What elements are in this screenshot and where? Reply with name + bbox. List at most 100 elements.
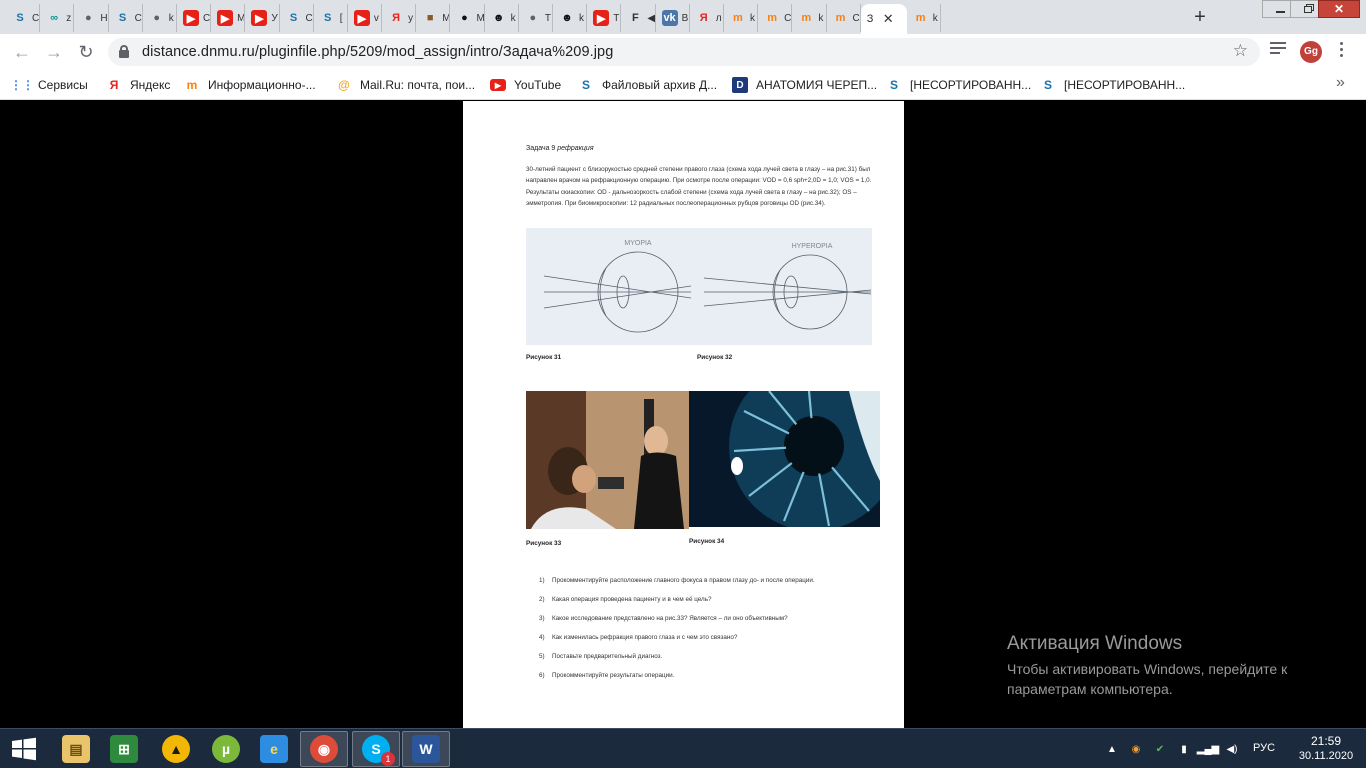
bookmark-item[interactable]: ⋮⋮ Сервисы [10, 76, 88, 94]
globe-icon: ● [85, 12, 92, 24]
bookmark-label: Сервисы [38, 78, 88, 92]
tab-title: v [373, 12, 379, 24]
moodle-icon: m [767, 12, 778, 24]
taskbar-app-explorer[interactable]: ▤ [52, 731, 100, 767]
youtube-icon: ▶ [593, 10, 610, 26]
browser-tab[interactable]: Ял [690, 4, 724, 32]
browser-menu-icon[interactable] [1340, 42, 1344, 60]
taskbar-app-archicad[interactable]: ▲ [152, 731, 200, 767]
question-text: Какое исследование представлено на рис.3… [552, 615, 788, 622]
reload-button[interactable]: ↻ [76, 42, 96, 62]
minimize-icon [1275, 11, 1285, 13]
skiascopy-illustration [526, 391, 689, 529]
skype-s-icon: S [889, 78, 898, 92]
bookmark-label: [НЕСОРТИРОВАНН... [910, 78, 1032, 92]
task-title-topic: рефракция [557, 145, 594, 152]
bookmark-label: [НЕСОРТИРОВАНН... [1064, 78, 1186, 92]
volume-icon[interactable]: ◀) [1224, 741, 1240, 757]
youtube-icon: ▶ [251, 10, 268, 26]
browser-tab[interactable]: mk [907, 4, 941, 32]
more-bookmarks-button[interactable]: » [1336, 74, 1345, 92]
language-indicator[interactable]: РУС [1253, 742, 1275, 754]
taskbar-app-store[interactable]: ⊞ [100, 731, 148, 767]
tab-title: С [852, 12, 860, 24]
tab-title: ◀ [647, 12, 655, 24]
taskbar-app-utorrent[interactable]: µ [202, 731, 250, 767]
tray-app-icon[interactable]: ◉ [1128, 741, 1144, 757]
browser-tab-active[interactable]: З ✕ [860, 4, 907, 34]
close-window-button[interactable]: ✕ [1318, 0, 1360, 18]
browser-tab[interactable]: ∞ z [40, 4, 75, 32]
battery-icon[interactable]: ▮ [1176, 741, 1192, 757]
caption-fig33: Рисунок 33 [526, 540, 562, 547]
taskbar-app-skype[interactable]: S1 [352, 731, 400, 767]
browser-tab[interactable]: ● Т [519, 4, 553, 32]
url-text[interactable]: distance.dnmu.ru/pluginfile.php/5209/mod… [142, 44, 613, 60]
browser-tab[interactable]: ▶ У [245, 4, 280, 32]
tab-title: З [866, 13, 874, 25]
question-item: 3) Какое исследование представлено на рис… [539, 615, 788, 622]
taskbar-app-ie[interactable]: e [250, 731, 298, 767]
browser-tab[interactable]: S[ [314, 4, 348, 32]
skype-s-icon: S [118, 12, 127, 24]
browser-tab[interactable]: ☻ k [485, 4, 519, 32]
bookmark-label: YouTube [514, 78, 562, 92]
browser-tab[interactable]: F ◀ [621, 4, 656, 32]
taskbar-app-chrome[interactable]: ◉ [300, 731, 348, 767]
back-button[interactable]: ← [12, 42, 32, 62]
tray-expand-icon[interactable]: ▲ [1104, 741, 1120, 757]
browser-tab[interactable]: ● Н [74, 4, 109, 32]
network-signal-icon[interactable]: ▂▄▆ [1197, 741, 1219, 757]
browser-tab[interactable]: Яу [382, 4, 417, 32]
bookmark-item[interactable]: D АНАТОМИЯ ЧЕРЕП... [732, 76, 877, 94]
start-button[interactable] [10, 737, 38, 761]
browser-tab[interactable]: ■М [416, 4, 451, 32]
bookmark-item[interactable]: ▶ YouTube [490, 76, 561, 94]
browser-tab[interactable]: mС [827, 4, 861, 32]
bookmark-item[interactable]: Я Яндекс [106, 76, 171, 94]
browser-tab[interactable]: ●М [450, 4, 485, 32]
tab-title: М [237, 13, 244, 24]
browser-tab[interactable]: SС [109, 4, 143, 32]
bookmark-label: Mail.Ru: почта, пои... [360, 78, 476, 92]
bookmark-item[interactable]: S Файловый архив Д... [578, 76, 717, 94]
forward-button[interactable]: → [44, 42, 64, 62]
utorrent-icon: µ [212, 735, 240, 763]
browser-toolbar: ← → ↻ distance.dnmu.ru/pluginfile.php/52… [0, 34, 1366, 70]
avatar-face-icon: ☻ [492, 12, 505, 24]
browser-tab[interactable]: SС [6, 4, 41, 32]
browser-tab[interactable]: ▶М [211, 4, 246, 32]
media-queue-icon[interactable] [1270, 42, 1286, 56]
tray-check-icon[interactable]: ✔ [1152, 741, 1168, 757]
tab-title: С [134, 12, 142, 24]
taskbar-app-word[interactable]: W [402, 731, 450, 767]
reload-icon: ↻ [78, 42, 94, 62]
clock[interactable]: 21:59 30.11.2020 [1296, 733, 1356, 764]
browser-tab[interactable]: ▶ Т [587, 4, 622, 32]
bookmark-item[interactable]: @ Mail.Ru: почта, пои... [336, 76, 475, 94]
question-item: 4) Как изменилась рефракция правого глаза… [539, 634, 737, 641]
profile-avatar[interactable]: Gg [1300, 41, 1322, 63]
bookmark-item[interactable]: S [НЕСОРТИРОВАНН... [1040, 76, 1185, 94]
browser-tab[interactable]: mk [792, 4, 827, 32]
bookmark-item[interactable]: S [НЕСОРТИРОВАНН... [886, 76, 1031, 94]
word-icon: W [412, 735, 440, 763]
new-tab-button[interactable]: + [1190, 7, 1210, 27]
address-bar[interactable]: distance.dnmu.ru/pluginfile.php/5209/mod… [108, 38, 1260, 66]
bookmark-star-icon[interactable]: ☆ [1233, 41, 1248, 61]
browser-tab[interactable]: ● k [143, 4, 177, 32]
tab-title: С [784, 12, 792, 24]
moodle-icon: m [915, 12, 926, 24]
browser-tab[interactable]: ☻ k [553, 4, 588, 32]
close-tab-icon[interactable]: ✕ [883, 11, 894, 27]
chrome-icon: ◉ [310, 735, 338, 763]
browser-tab[interactable]: vk В [656, 4, 690, 32]
file-explorer-icon: ▤ [62, 735, 90, 763]
yandex-icon: Я [699, 12, 708, 24]
browser-tab[interactable]: SС [280, 4, 314, 32]
browser-tab[interactable]: mС [758, 4, 793, 32]
browser-tab[interactable]: ▶ С [177, 4, 212, 32]
browser-tab[interactable]: ▶ v [348, 4, 383, 32]
browser-tab[interactable]: mk [724, 4, 759, 32]
bookmark-item[interactable]: m Информационно-... [184, 76, 316, 94]
